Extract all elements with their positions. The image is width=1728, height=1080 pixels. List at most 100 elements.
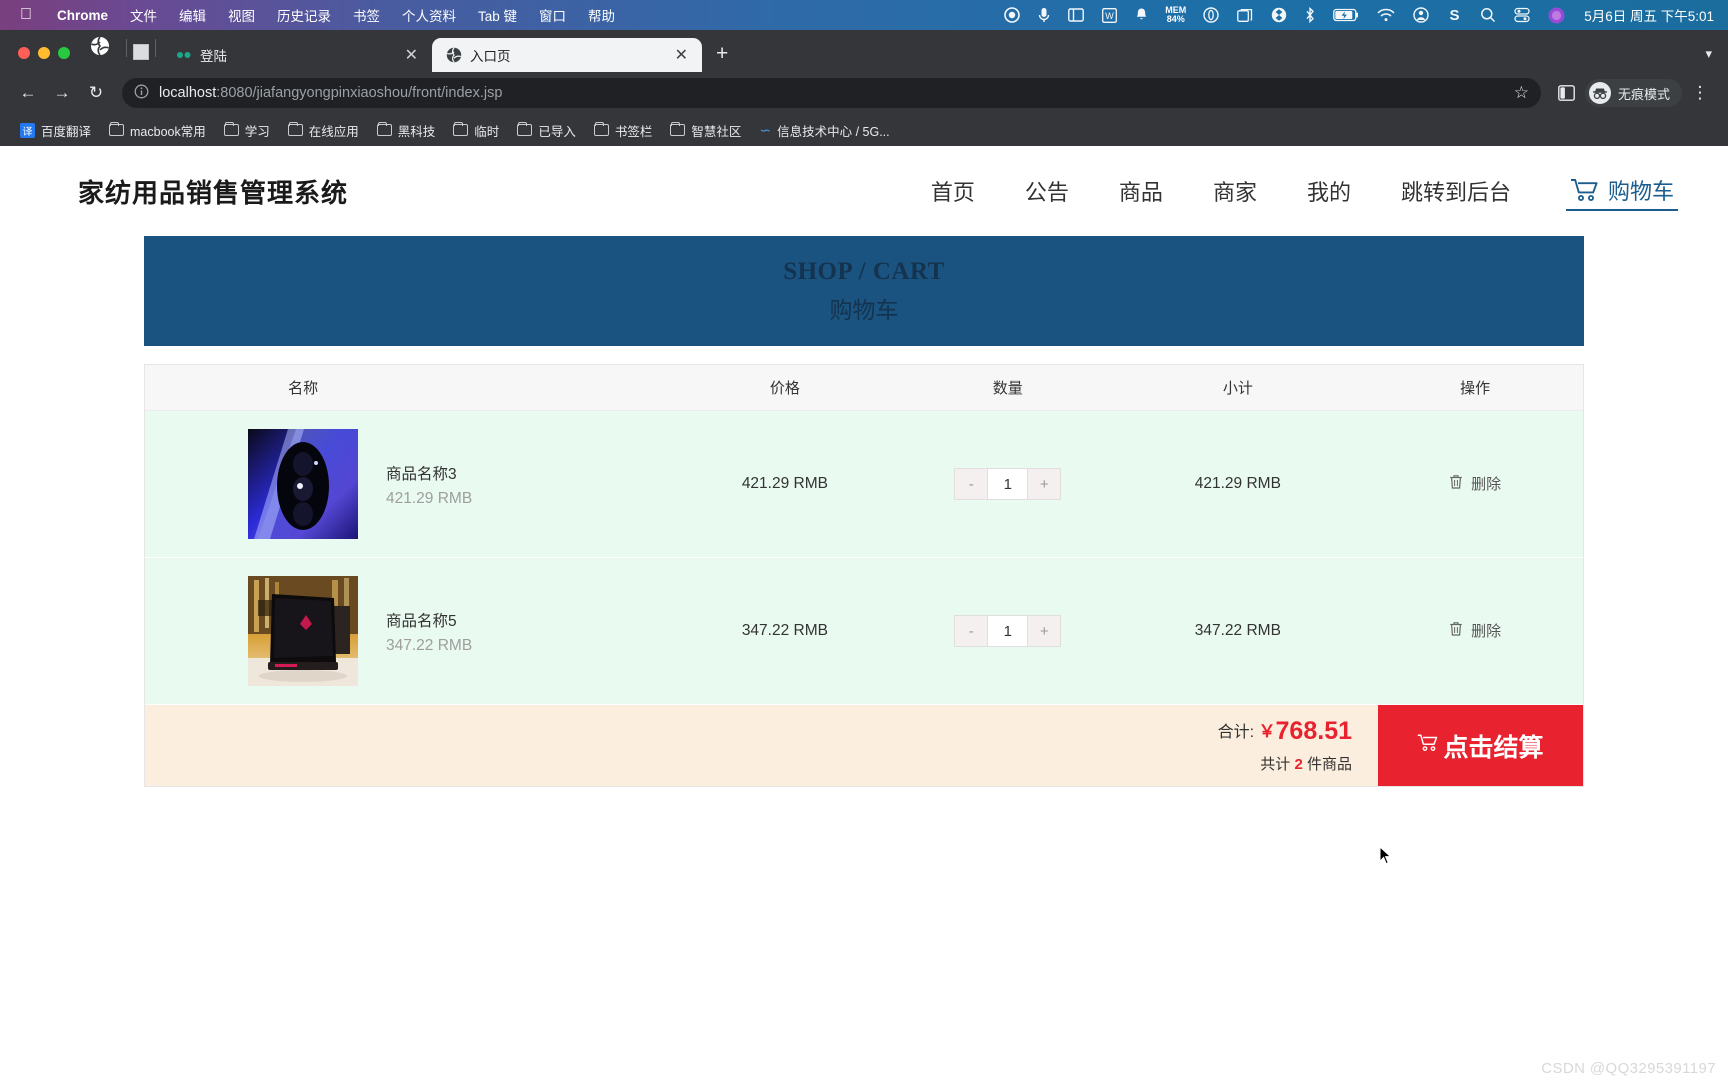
banner-chinese-title: 购物车	[829, 296, 899, 323]
cart-item-quantity-cell: - 1 +	[907, 615, 1108, 647]
nav-item-announcements[interactable]: 公告	[1000, 175, 1094, 207]
column-header-subtotal: 小计	[1222, 380, 1253, 397]
globe-icon[interactable]	[84, 36, 120, 72]
menu-item-edit[interactable]: 编辑	[168, 5, 217, 25]
bluetooth-icon[interactable]	[1296, 7, 1324, 23]
memory-value: 84%	[1166, 14, 1185, 24]
close-icon[interactable]: ✕	[671, 45, 692, 65]
quantity-value[interactable]: 1	[987, 469, 1029, 499]
bookmark-baidu-translate[interactable]: 译 百度翻译	[12, 117, 99, 144]
window-traffic-lights[interactable]	[12, 47, 84, 72]
bookmark-study[interactable]: 学习	[216, 117, 278, 144]
cart-item-action-cell: 删除	[1367, 473, 1583, 495]
bookmark-bookmarks-bar[interactable]: 书签栏	[586, 117, 661, 144]
quantity-stepper[interactable]: - 1 +	[954, 615, 1062, 647]
folder-icon	[109, 121, 125, 136]
nav-item-admin-backend[interactable]: 跳转到后台	[1376, 175, 1536, 207]
apple-logo-icon[interactable]: 	[12, 7, 46, 23]
address-bar[interactable]: localhost:8080/jiafangyongpinxiaoshou/fr…	[122, 78, 1541, 108]
new-tab-button[interactable]: +	[702, 43, 742, 72]
cart-item-name: 商品名称5	[386, 613, 457, 631]
menubar-clock[interactable]: 5月6日 周五 下午5:01	[1574, 5, 1716, 25]
search-icon[interactable]	[1471, 7, 1505, 23]
cart-item-quantity-cell: - 1 +	[907, 468, 1108, 500]
product-thumbnail[interactable]	[248, 429, 358, 539]
window-copy-icon[interactable]	[1228, 8, 1262, 23]
incognito-indicator[interactable]: 无痕模式	[1584, 79, 1682, 107]
siri-icon[interactable]	[1539, 7, 1574, 24]
screen-share-icon[interactable]	[1059, 8, 1093, 22]
product-thumbnail[interactable]	[248, 576, 358, 686]
quantity-increase-button[interactable]: +	[1028, 469, 1061, 499]
menu-item-profile[interactable]: 个人资料	[391, 5, 467, 25]
quantity-increase-button[interactable]: +	[1028, 616, 1061, 646]
menu-item-history[interactable]: 历史记录	[266, 5, 342, 25]
bookmark-info-tech-center[interactable]: ∽ 信息技术中心 / 5G...	[751, 117, 897, 144]
bookmark-black-tech[interactable]: 黑科技	[369, 117, 444, 144]
column-header-quantity: 数量	[992, 380, 1023, 397]
menu-item-help[interactable]: 帮助	[577, 5, 626, 25]
menu-item-tab[interactable]: Tab 键	[467, 5, 528, 25]
delete-label: 删除	[1471, 476, 1502, 494]
tab-title: 入口页	[470, 49, 511, 64]
bookmark-label: 智慧社区	[691, 124, 742, 139]
sogou-input-icon[interactable]: S	[1438, 7, 1471, 23]
user-account-icon[interactable]	[1404, 7, 1438, 23]
bell-icon[interactable]	[1126, 7, 1157, 23]
quantity-stepper[interactable]: - 1 +	[954, 468, 1062, 500]
menu-item-file[interactable]: 文件	[119, 5, 168, 25]
bookmark-macbook-common[interactable]: macbook常用	[101, 117, 214, 144]
chrome-menu-button[interactable]: ⋮	[1684, 77, 1716, 109]
info-circle-icon[interactable]	[134, 84, 149, 103]
wifi-icon[interactable]	[1368, 8, 1404, 22]
bookmark-temp[interactable]: 临时	[445, 117, 507, 144]
checkout-button[interactable]: 点击结算	[1378, 705, 1583, 786]
maximize-window-button[interactable]	[58, 47, 70, 59]
incognito-label: 无痕模式	[1617, 86, 1670, 102]
tab-entry-page[interactable]: 入口页 ✕	[432, 38, 702, 72]
delete-button[interactable]: 删除	[1449, 620, 1501, 641]
cart-total-line: 合计: ￥768.51	[1218, 717, 1352, 746]
bookmark-label: 在线应用	[308, 124, 359, 139]
nav-item-merchants[interactable]: 商家	[1188, 175, 1282, 207]
cart-count-line: 共计 2 件商品	[1260, 753, 1352, 774]
close-icon[interactable]: ✕	[401, 45, 422, 65]
bookmark-imported[interactable]: 已导入	[509, 117, 584, 144]
back-button[interactable]: ←	[12, 77, 44, 109]
nav-item-home[interactable]: 首页	[906, 175, 1000, 207]
menu-item-window[interactable]: 窗口	[528, 5, 577, 25]
record-circle-icon[interactable]	[995, 7, 1029, 23]
microphone-icon[interactable]	[1029, 7, 1059, 23]
nav-item-mine[interactable]: 我的	[1282, 175, 1376, 207]
cart-table: 名称 价格 数量 小计 操作 商品名称3 421.29 RMB 421.29 R…	[144, 364, 1584, 787]
delete-button[interactable]: 删除	[1449, 473, 1501, 494]
folder-icon	[517, 121, 533, 136]
cart-item-unit-price: 421.29 RMB	[386, 489, 473, 507]
quantity-decrease-button[interactable]: -	[955, 469, 988, 499]
close-window-button[interactable]	[18, 47, 30, 59]
tab-grid-icon[interactable]	[133, 44, 149, 60]
minimize-window-button[interactable]	[38, 47, 50, 59]
quantity-decrease-button[interactable]: -	[955, 616, 988, 646]
menu-item-chrome[interactable]: Chrome	[46, 8, 119, 23]
bookmark-online-apps[interactable]: 在线应用	[280, 117, 367, 144]
memory-indicator[interactable]: MEM 84%	[1157, 6, 1194, 24]
dropbox-icon[interactable]	[1262, 7, 1296, 23]
nav-item-products[interactable]: 商品	[1094, 175, 1188, 207]
menu-item-view[interactable]: 视图	[217, 5, 266, 25]
control-center-icon[interactable]	[1505, 7, 1539, 23]
tab-login[interactable]: 登陆 ✕	[162, 38, 432, 72]
battery-charging-icon[interactable]	[1324, 8, 1368, 22]
cart-item-info: 商品名称5 347.22 RMB	[386, 607, 472, 654]
nav-item-cart[interactable]: 购物车	[1565, 172, 1678, 211]
reload-button[interactable]: ↻	[80, 77, 112, 109]
bookmark-star-icon[interactable]: ☆	[1514, 83, 1529, 103]
menu-item-bookmarks[interactable]: 书签	[342, 5, 391, 25]
bookmark-smart-community[interactable]: 智慧社区	[662, 117, 749, 144]
chevron-down-icon[interactable]: ▾	[1705, 46, 1712, 62]
timer-icon[interactable]	[1194, 7, 1228, 23]
quantity-value[interactable]: 1	[987, 616, 1029, 646]
side-panel-icon[interactable]	[1551, 77, 1583, 109]
wps-icon[interactable]: W	[1093, 7, 1126, 23]
forward-button[interactable]: →	[46, 77, 78, 109]
